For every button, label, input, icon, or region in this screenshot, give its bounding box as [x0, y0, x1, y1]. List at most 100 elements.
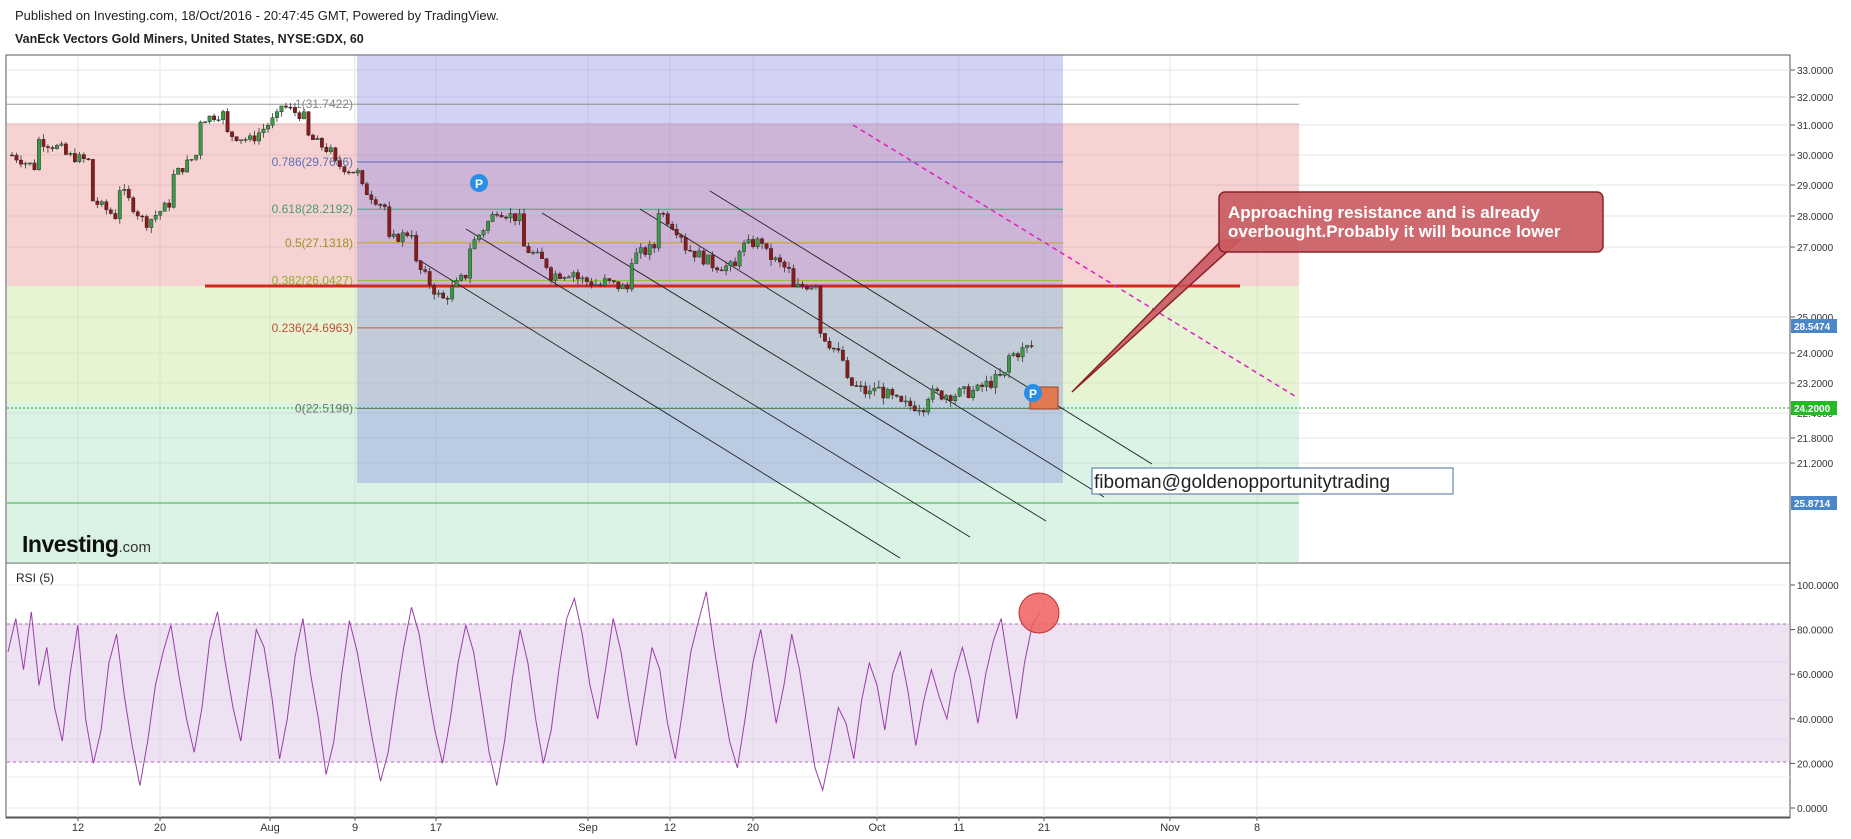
candle-body-177 [805, 286, 809, 290]
candle-body-45 [212, 115, 217, 121]
fibonacci-box [357, 55, 1063, 483]
candle-body-167 [760, 238, 764, 244]
candle-body-166 [755, 238, 760, 248]
candle-body-218 [989, 380, 993, 388]
price-labels: 28.5474 24.2000 25.8714 [1791, 319, 1837, 510]
x-tick-label-2: Aug [260, 822, 280, 834]
candle-body-54 [252, 135, 257, 142]
candle-body-120 [549, 267, 553, 281]
candle-body-37 [176, 168, 181, 175]
candle-body-12 [63, 143, 68, 155]
candle-body-126 [575, 272, 580, 280]
x-tick-label-9: 11 [953, 822, 964, 834]
candle-body-74 [342, 166, 347, 173]
candle-body-73 [337, 160, 342, 167]
rsi-tick-label-2: 60.0000 [1797, 670, 1834, 681]
fib-label-3: 0.5(27.1318) [285, 236, 353, 250]
candle-body-96 [441, 292, 446, 299]
candle-body-196 [890, 389, 895, 396]
candle-body-9 [50, 147, 55, 149]
candle-body-48 [225, 111, 230, 132]
candle-body-168 [764, 243, 769, 249]
candle-body-216 [980, 384, 985, 387]
callout-line-1: Approaching resistance and is already [1228, 203, 1540, 222]
price-label-0: 28.5474 [1794, 322, 1831, 333]
candle-body-119 [544, 258, 549, 268]
candle-body-41 [194, 154, 199, 160]
candle-body-158 [719, 269, 724, 272]
candle-body-124 [567, 276, 571, 279]
candle-body-220 [998, 374, 1002, 376]
candle-body-111 [508, 213, 513, 219]
candle-body-2 [19, 159, 23, 165]
x-tick-label-6: 12 [664, 822, 676, 834]
candle-body-29 [140, 215, 145, 218]
candle-body-112 [513, 213, 517, 222]
candle-body-67 [311, 134, 315, 140]
candle-body-92 [423, 269, 428, 272]
candle-body-217 [984, 380, 989, 387]
chart-canvas[interactable]: 1(31.7422)0.786(29.7686)0.618(28.2192)0.… [0, 0, 1851, 839]
candle-body-135 [616, 281, 621, 290]
candle-body-219 [993, 374, 998, 388]
candle-body-212 [962, 386, 967, 389]
candle-body-140 [638, 247, 643, 254]
candle-body-38 [180, 168, 185, 173]
candle-body-178 [809, 286, 814, 290]
x-tick-label-4: 17 [430, 822, 442, 834]
price-label-1: 24.2000 [1794, 404, 1831, 415]
x-tick-label-0: 12 [72, 822, 84, 834]
candle-body-34 [162, 202, 167, 212]
candle-body-128 [584, 277, 589, 282]
candle-body-53 [248, 135, 252, 140]
candle-body-98 [450, 286, 455, 300]
candle-body-173 [787, 267, 791, 269]
candle-body-176 [800, 283, 805, 287]
candle-body-50 [234, 136, 239, 141]
candle-body-24 [117, 190, 122, 220]
candle-body-129 [589, 281, 594, 286]
candle-body-172 [782, 261, 787, 268]
candle-body-19 [95, 200, 100, 205]
candle-body-154 [701, 250, 706, 265]
candle-body-138 [629, 263, 634, 290]
fib-label-2: 0.618(28.2192) [272, 202, 353, 216]
y-tick-label-3: 30.0000 [1797, 151, 1834, 162]
candle-body-71 [328, 147, 333, 153]
candle-body-193 [876, 386, 881, 389]
candle-body-208 [944, 395, 949, 400]
candle-body-28 [135, 211, 140, 217]
candle-body-211 [957, 388, 962, 397]
candle-body-31 [149, 218, 154, 228]
callout-line-2: overbought.Probably it will bounce lower [1228, 222, 1561, 241]
candle-body-114 [522, 213, 526, 247]
candle-body-72 [333, 147, 338, 161]
candle-body-76 [351, 171, 356, 174]
candle-body-123 [562, 277, 567, 279]
candle-body-58 [270, 117, 275, 126]
candle-body-175 [796, 283, 800, 287]
time-axis: 12 20 Aug 9 17 Sep 12 20 Oct 11 21 Nov 8 [72, 817, 1260, 834]
candle-body-190 [863, 385, 868, 395]
candle-body-163 [742, 242, 746, 252]
callout-text: Approaching resistance and is already ove… [1228, 203, 1561, 241]
y-tick-label-6: 27.0000 [1797, 243, 1834, 254]
candle-body-171 [778, 257, 782, 263]
candle-body-7 [41, 139, 46, 147]
candle-body-11 [59, 143, 64, 146]
y-tick-label-9: 23.2000 [1797, 379, 1834, 390]
candle-body-145 [661, 213, 666, 215]
candle-body-27 [131, 197, 136, 213]
y-tick-label-4: 29.0000 [1797, 181, 1834, 192]
candle-body-191 [867, 390, 872, 395]
candle-body-110 [504, 216, 508, 219]
candle-body-209 [948, 395, 953, 401]
candle-body-1 [14, 154, 19, 161]
candle-body-61 [284, 105, 288, 108]
candle-body-69 [319, 137, 324, 148]
candle-body-149 [679, 234, 684, 238]
rsi-highlight-circle [1018, 592, 1060, 634]
candle-body-83 [382, 204, 387, 207]
candle-body-139 [634, 252, 639, 264]
rsi-title: RSI (5) [16, 571, 54, 585]
